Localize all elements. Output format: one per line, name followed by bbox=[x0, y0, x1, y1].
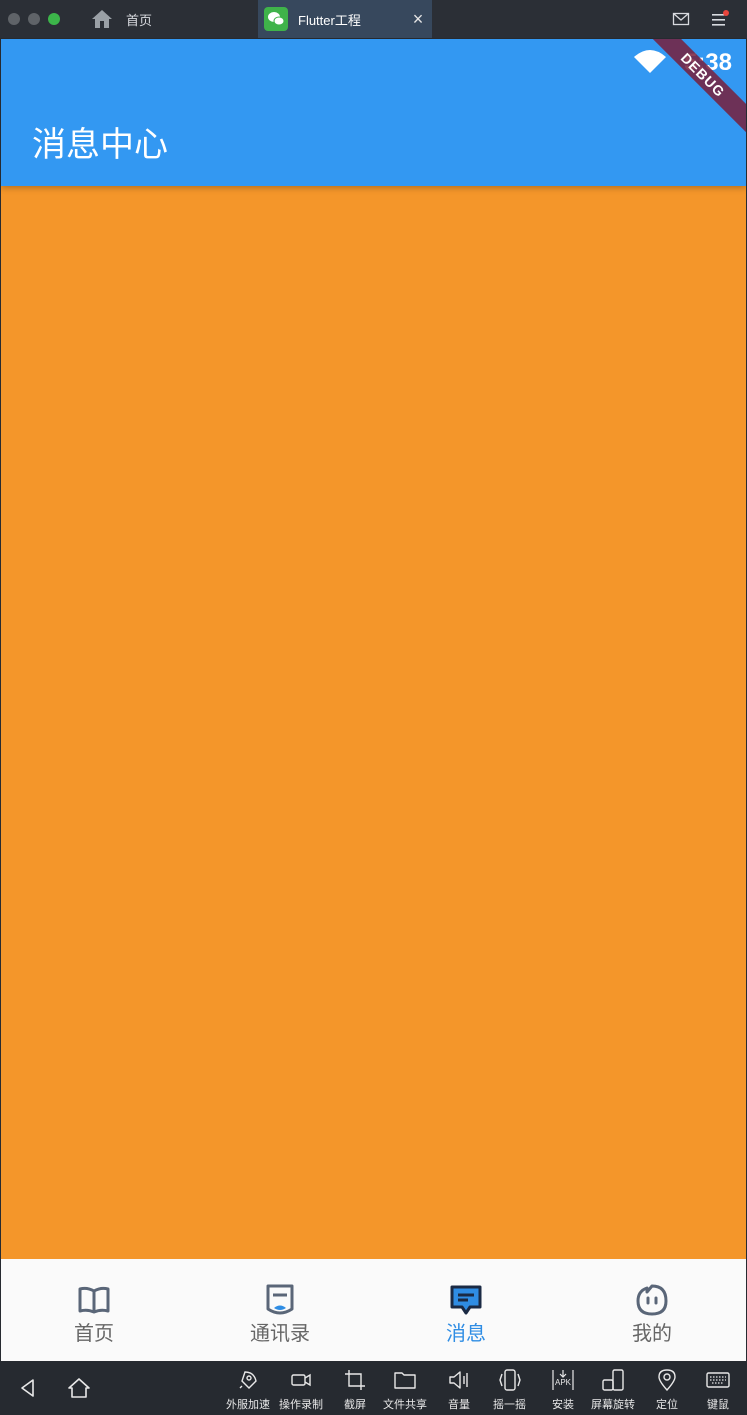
install-button[interactable]: APK 安装 bbox=[551, 1368, 575, 1412]
screenshot-label: 截屏 bbox=[344, 1399, 366, 1411]
face-icon bbox=[636, 1284, 668, 1316]
back-icon[interactable] bbox=[16, 1376, 40, 1400]
folder-icon bbox=[394, 1372, 416, 1389]
location-icon bbox=[658, 1369, 676, 1392]
apk-icon: APK bbox=[552, 1370, 574, 1390]
shake-button[interactable]: 摇一摇 bbox=[493, 1368, 526, 1412]
tab-home[interactable]: 首页 bbox=[88, 0, 256, 38]
keyboard-mouse-button[interactable]: 键鼠 bbox=[706, 1368, 730, 1412]
record-button[interactable]: 操作录制 bbox=[279, 1368, 323, 1412]
volume-icon bbox=[449, 1371, 468, 1389]
screenshot-button[interactable]: 截屏 bbox=[343, 1368, 367, 1412]
window-tab-bar: 首页 Flutter工程 × bbox=[0, 0, 747, 38]
minimize-window-button[interactable] bbox=[28, 13, 40, 25]
volume-label: 音量 bbox=[448, 1399, 470, 1411]
bottom-navigation-bar: 首页 通讯录 消息 我的 bbox=[1, 1259, 746, 1361]
tab-home-label: 首页 bbox=[126, 12, 153, 28]
book-icon bbox=[78, 1286, 110, 1314]
nav-item-home[interactable]: 首页 bbox=[1, 1259, 187, 1361]
phone-screen: 5:38 消息中心 DEBUG 首页 通讯录 消息 我的 bbox=[1, 39, 746, 1361]
page-title: 消息中心 bbox=[32, 126, 168, 164]
keyboard-mouse-label: 键鼠 bbox=[707, 1399, 729, 1411]
install-label: 安装 bbox=[552, 1399, 574, 1411]
maximize-window-button[interactable] bbox=[48, 13, 60, 25]
tab-flutter-project[interactable]: Flutter工程 × bbox=[258, 0, 432, 38]
location-label: 定位 bbox=[656, 1399, 678, 1411]
tab-flutter-label: Flutter工程 bbox=[298, 12, 361, 28]
emulator-window: 首页 Flutter工程 × 5:38 消息中心 DEBUG 首页 通讯录 消息… bbox=[0, 0, 747, 1415]
rocket-icon bbox=[239, 1371, 257, 1389]
accelerate-button[interactable]: 外服加速 bbox=[226, 1368, 270, 1412]
home-icon bbox=[92, 10, 112, 28]
nav-label-profile: 我的 bbox=[632, 1323, 672, 1345]
volume-button[interactable]: 音量 bbox=[447, 1368, 471, 1412]
wechat-icon bbox=[264, 7, 288, 31]
rotate-label: 屏幕旋转 bbox=[591, 1399, 635, 1411]
nav-label-contacts: 通讯录 bbox=[250, 1323, 310, 1345]
home-nav-icon[interactable] bbox=[67, 1376, 91, 1400]
nav-item-profile[interactable]: 我的 bbox=[559, 1259, 745, 1361]
rotate-button[interactable]: 屏幕旋转 bbox=[591, 1368, 635, 1412]
record-label: 操作录制 bbox=[279, 1399, 323, 1411]
file-share-button[interactable]: 文件共享 bbox=[383, 1368, 427, 1412]
crop-icon bbox=[345, 1370, 365, 1390]
nav-item-messages[interactable]: 消息 bbox=[373, 1259, 559, 1361]
nav-label-messages: 消息 bbox=[446, 1323, 486, 1345]
app-bar: 5:38 消息中心 bbox=[1, 39, 746, 186]
emulator-toolbar: 外服加速 操作录制 截屏 文件共享 音量 摇一摇 APK 安装 屏幕旋转 定位 … bbox=[0, 1362, 747, 1415]
nav-label-home: 首页 bbox=[74, 1323, 114, 1345]
shake-label: 摇一摇 bbox=[493, 1399, 526, 1411]
menu-icon[interactable] bbox=[710, 9, 730, 29]
mail-icon[interactable] bbox=[672, 10, 690, 28]
wifi-icon bbox=[634, 50, 666, 73]
shake-icon bbox=[498, 1369, 521, 1391]
close-window-button[interactable] bbox=[8, 13, 20, 25]
video-icon bbox=[291, 1373, 311, 1387]
contacts-icon bbox=[266, 1284, 294, 1315]
rotate-icon bbox=[602, 1369, 624, 1391]
apk-text: APK bbox=[555, 1378, 572, 1387]
location-button[interactable]: 定位 bbox=[655, 1368, 679, 1412]
accelerate-label: 外服加速 bbox=[226, 1399, 270, 1411]
keyboard-icon bbox=[706, 1372, 730, 1388]
nav-item-contacts[interactable]: 通讯录 bbox=[187, 1259, 373, 1361]
message-icon bbox=[450, 1285, 482, 1315]
file-share-label: 文件共享 bbox=[383, 1399, 427, 1411]
close-tab-icon[interactable]: × bbox=[408, 9, 428, 29]
